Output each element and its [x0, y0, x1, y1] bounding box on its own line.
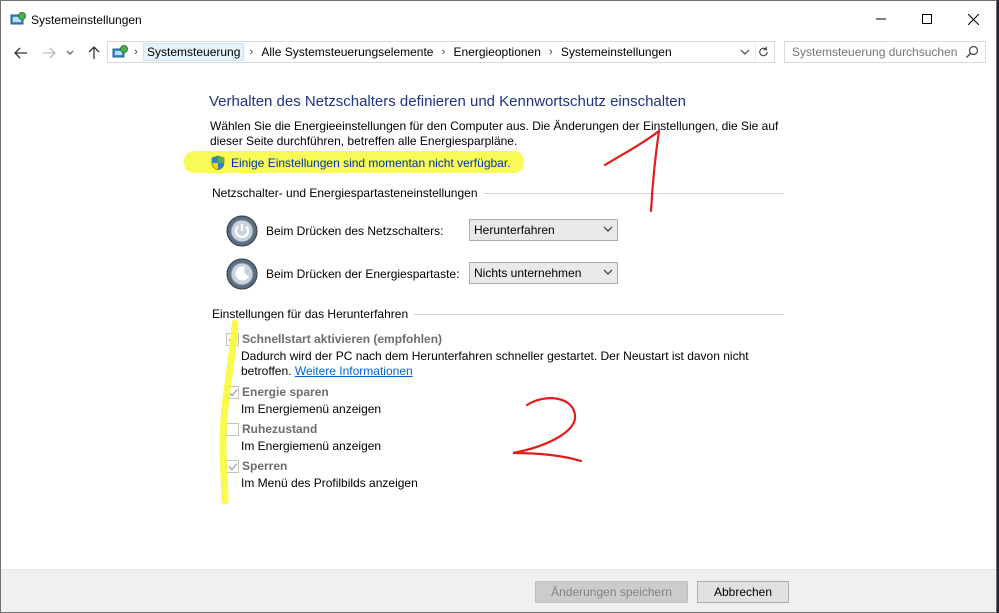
power-button-label: Beim Drücken des Netzschalters:: [266, 224, 444, 238]
arrow-left-icon: [14, 47, 27, 59]
maximize-button[interactable]: [904, 1, 950, 37]
fast-startup-description: Dadurch wird der PC nach dem Herunterfah…: [241, 349, 749, 379]
cancel-button[interactable]: Abbrechen: [697, 581, 789, 603]
shutdown-section-title: Einstellungen für das Herunterfahren: [212, 307, 415, 321]
sleep-description: Im Energiemenü anzeigen: [241, 402, 382, 416]
search-icon[interactable]: [965, 45, 979, 59]
breadcrumb-separator: ›: [134, 46, 138, 58]
fast-startup-description-line1: Dadurch wird der PC nach dem Herunterfah…: [241, 349, 749, 363]
footer-bar: Änderungen speichern Abbrechen: [1, 570, 996, 612]
unavailable-settings-link[interactable]: Einige Einstellungen sind momentan nicht…: [210, 155, 511, 171]
breadcrumb-item[interactable]: Alle Systemsteuerungselemente: [258, 45, 436, 59]
address-bar[interactable]: › Systemsteuerung › Alle Systemsteuerung…: [107, 41, 775, 63]
page-title: Verhalten des Netzschalters definieren u…: [209, 93, 686, 110]
maximize-icon: [922, 14, 932, 24]
intro-text: Wählen Sie die Energieeinstellungen für …: [210, 119, 779, 148]
breadcrumb-item[interactable]: Energieoptionen: [450, 45, 543, 59]
main-content: Verhalten des Netzschalters definieren u…: [1, 71, 996, 571]
search-input[interactable]: [792, 45, 970, 59]
unavailable-settings-text: Einige Einstellungen sind momentan nicht…: [231, 156, 511, 170]
minimize-icon: [876, 18, 886, 20]
save-changes-button[interactable]: Änderungen speichern: [535, 581, 688, 603]
power-button-icon: [226, 215, 258, 247]
power-button-action-select[interactable]: Herunterfahren: [469, 219, 618, 241]
lock-checkbox[interactable]: [226, 460, 239, 473]
sleep-button-action-value: Nichts unternehmen: [474, 266, 582, 280]
sleep-checkbox[interactable]: [226, 386, 239, 399]
search-box[interactable]: [784, 41, 986, 63]
lock-label: Sperren: [242, 459, 288, 473]
checkmark-icon: [228, 463, 237, 471]
arrow-right-icon: [43, 47, 56, 59]
breadcrumb-separator: ›: [441, 46, 446, 58]
chevron-down-icon: [603, 226, 613, 232]
minimize-button[interactable]: [858, 1, 904, 37]
chevron-down-icon: [66, 50, 74, 55]
control-panel-window: Systemeinstellungen › Systemsteuerung › …: [0, 0, 997, 613]
close-icon: [967, 13, 979, 25]
title-bar: Systemeinstellungen: [1, 1, 996, 37]
sleep-label: Energie sparen: [242, 385, 329, 399]
more-info-link[interactable]: Weitere Informationen: [295, 364, 413, 378]
close-button[interactable]: [950, 1, 996, 37]
breadcrumb-item[interactable]: Systemsteuerung: [143, 43, 245, 61]
chevron-down-icon[interactable]: [738, 45, 752, 59]
fast-startup-label: Schnellstart aktivieren (empfohlen): [242, 332, 443, 346]
checkmark-icon: [228, 389, 237, 397]
arrow-up-icon: [88, 46, 100, 59]
back-button[interactable]: [10, 43, 32, 63]
breadcrumb-separator: ›: [549, 46, 553, 58]
fast-startup-checkbox[interactable]: [226, 333, 239, 346]
sleep-button-label: Beim Drücken der Energiespartaste:: [266, 267, 460, 281]
hibernate-label: Ruhezustand: [242, 422, 318, 436]
sleep-button-icon: [226, 258, 258, 290]
sleep-button-row: Beim Drücken der Energiespartaste: Nicht…: [226, 258, 618, 290]
breadcrumb-item[interactable]: Systemeinstellungen: [558, 45, 675, 59]
lock-description: Im Menü des Profilbilds anzeigen: [241, 476, 418, 490]
checkmark-icon: [228, 336, 237, 344]
refresh-icon[interactable]: [755, 44, 771, 60]
breadcrumb-separator: ›: [249, 46, 254, 58]
control-panel-icon: [112, 45, 128, 58]
uac-shield-icon: [211, 155, 225, 171]
fast-startup-description-line2: betroffen.: [241, 364, 292, 378]
power-section-title: Netzschalter- und Energiespartasteneinst…: [212, 186, 484, 200]
forward-button[interactable]: [38, 43, 60, 63]
window-title: Systemeinstellungen: [31, 13, 142, 27]
power-button-row: Beim Drücken des Netzschalters: Herunter…: [226, 215, 618, 247]
recent-locations-button[interactable]: [63, 43, 77, 63]
chevron-down-icon: [603, 269, 613, 275]
power-button-action-value: Herunterfahren: [474, 223, 555, 237]
hibernate-description: Im Energiemenü anzeigen: [241, 439, 382, 453]
sleep-button-action-select[interactable]: Nichts unternehmen: [469, 262, 618, 284]
up-button[interactable]: [83, 43, 105, 63]
control-panel-icon: [10, 12, 26, 25]
hibernate-checkbox[interactable]: [226, 423, 239, 436]
navigation-bar: › Systemsteuerung › Alle Systemsteuerung…: [1, 39, 996, 67]
